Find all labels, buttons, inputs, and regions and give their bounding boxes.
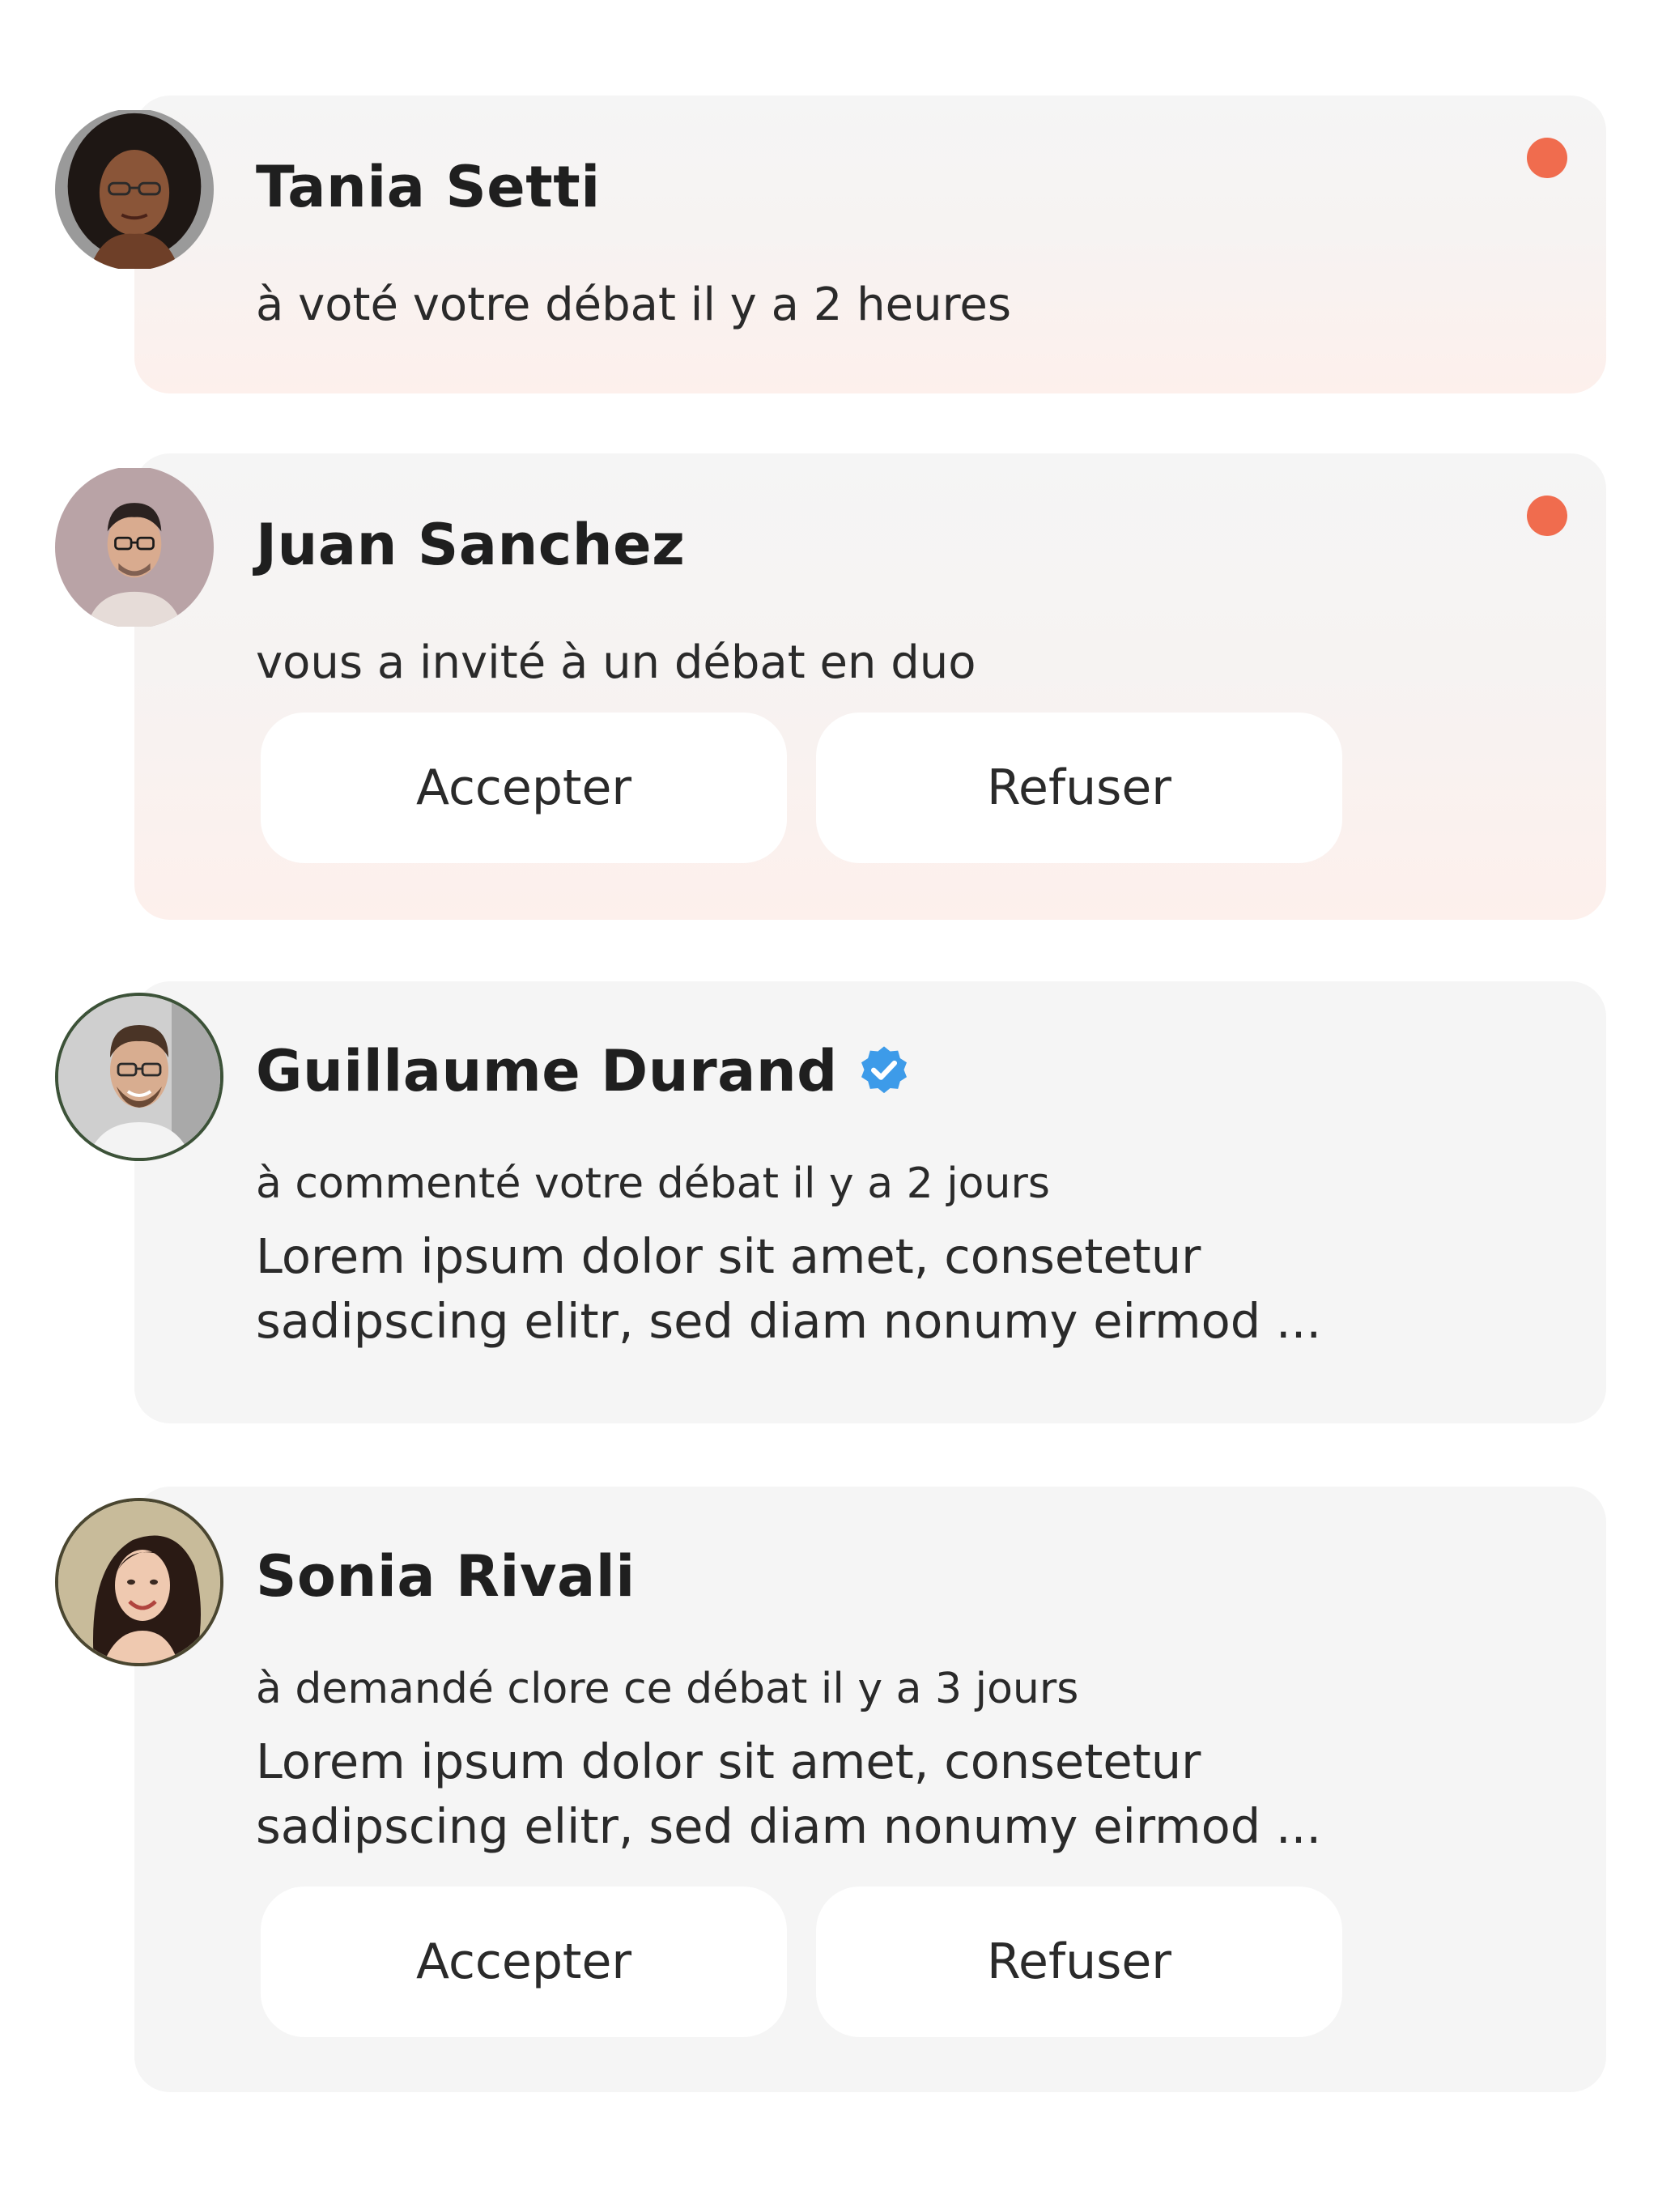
comment-excerpt-line: sadipscing elitr, sed diam nonumy eirmod… [256, 1798, 1322, 1854]
activity-text: à demandé clore ce débat il y a 3 jours [256, 1665, 1079, 1713]
verified-badge-icon [856, 1043, 912, 1100]
avatar-image [58, 996, 220, 1158]
comment-excerpt: Lorem ipsum dolor sit amet, consetetur s… [256, 1729, 1470, 1859]
sender-name[interactable]: Juan Sanchez [256, 512, 685, 578]
unread-dot [1527, 496, 1567, 536]
accept-button[interactable]: Accepter [261, 713, 787, 863]
avatar-image [55, 468, 214, 627]
notification-card[interactable] [134, 96, 1606, 393]
decline-button[interactable]: Refuser [816, 1887, 1342, 2037]
unread-dot [1527, 138, 1567, 178]
avatar[interactable] [55, 993, 223, 1161]
comment-excerpt-line: Lorem ipsum dolor sit amet, consetetur [256, 1733, 1201, 1789]
comment-excerpt: Lorem ipsum dolor sit amet, consetetur s… [256, 1224, 1470, 1354]
avatar[interactable] [55, 108, 214, 270]
sender-name[interactable]: Sonia Rivali [256, 1543, 636, 1610]
activity-text: vous a invité à un débat en duo [256, 636, 976, 689]
sender-name[interactable]: Tania Setti [256, 154, 601, 220]
avatar-image [58, 1501, 220, 1663]
sender-name[interactable]: Guillaume Durand [256, 1038, 838, 1104]
activity-text: à commenté votre débat il y a 2 jours [256, 1159, 1050, 1208]
avatar[interactable] [55, 466, 214, 628]
accept-button[interactable]: Accepter [261, 1887, 787, 2037]
avatar-image [55, 110, 214, 269]
activity-text: à voté votre débat il y a 2 heures [256, 279, 1012, 331]
comment-excerpt-line: sadipscing elitr, sed diam nonumy eirmod… [256, 1293, 1322, 1349]
avatar[interactable] [55, 1498, 223, 1666]
comment-excerpt-line: Lorem ipsum dolor sit amet, consetetur [256, 1228, 1201, 1284]
decline-button[interactable]: Refuser [816, 713, 1342, 863]
